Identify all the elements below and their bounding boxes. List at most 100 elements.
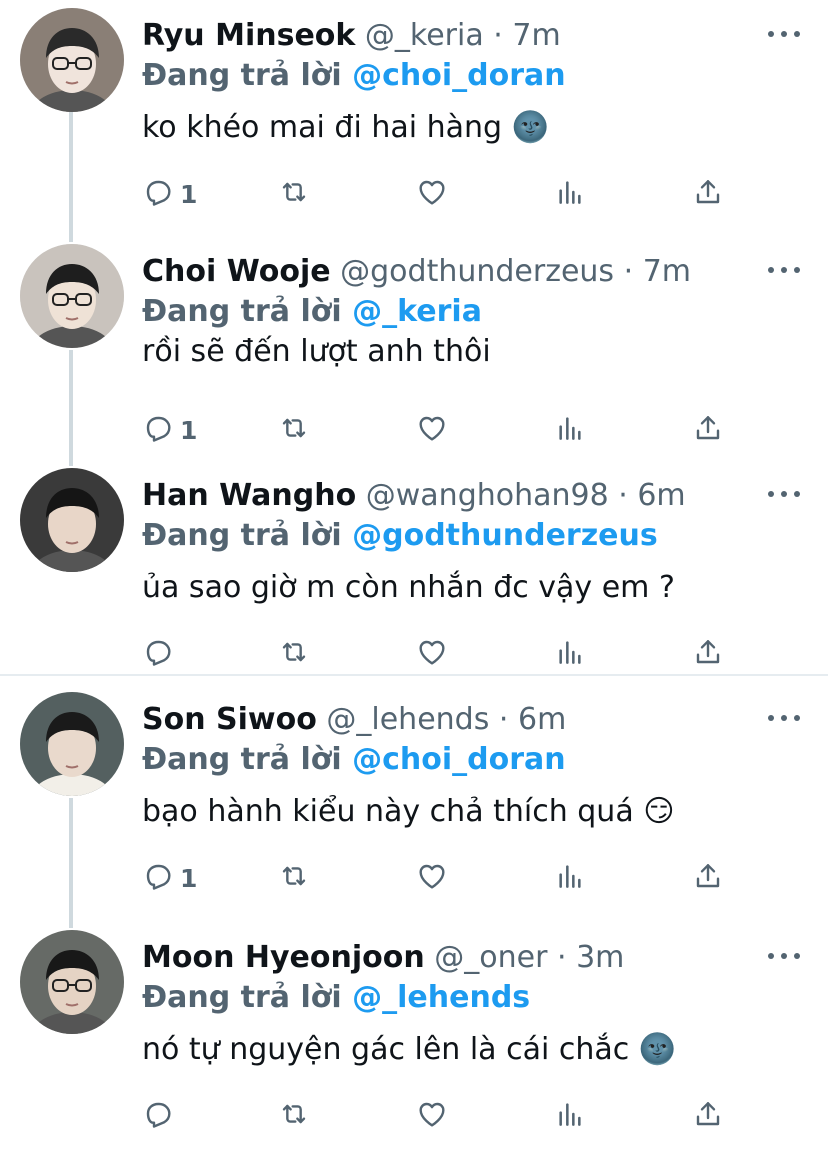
reply-icon	[142, 412, 174, 448]
tweet-actions: 1	[142, 174, 742, 214]
reply-icon	[142, 1098, 174, 1134]
analytics-button[interactable]	[554, 1096, 586, 1136]
separator: ·	[618, 478, 628, 513]
share-icon	[692, 636, 724, 672]
analytics-button[interactable]	[554, 858, 586, 898]
tweet-actions: 1	[142, 410, 742, 450]
share-button[interactable]	[692, 410, 724, 450]
heart-icon	[416, 1098, 448, 1134]
tweet-actions	[142, 634, 742, 674]
user-handle[interactable]: @_lehends	[326, 702, 489, 737]
retweet-button[interactable]	[278, 410, 310, 450]
more-options-icon[interactable]	[768, 258, 800, 278]
like-button[interactable]	[416, 858, 448, 898]
avatar[interactable]	[20, 930, 124, 1034]
timestamp[interactable]: 7m	[643, 254, 691, 289]
display-name[interactable]: Han Wangho	[142, 478, 356, 513]
timestamp[interactable]: 3m	[576, 940, 624, 975]
reply-count: 1	[180, 415, 198, 445]
like-button[interactable]	[416, 1096, 448, 1136]
replying-to-user-link[interactable]: @_lehends	[352, 980, 530, 1015]
reply-button[interactable]	[142, 634, 180, 674]
retweet-icon	[278, 176, 310, 212]
share-button[interactable]	[692, 1096, 724, 1136]
share-icon	[692, 412, 724, 448]
tweet-reply[interactable]: Choi Wooje @godthunderzeus · 7m Đang trả…	[0, 244, 828, 474]
reply-button[interactable]	[142, 1096, 180, 1136]
share-icon	[692, 176, 724, 212]
like-button[interactable]	[416, 174, 448, 214]
avatar[interactable]	[20, 692, 124, 796]
retweet-button[interactable]	[278, 858, 310, 898]
replying-to-user-link[interactable]: @choi_doran	[352, 742, 566, 777]
share-button[interactable]	[692, 858, 724, 898]
reply-button[interactable]: 1	[142, 410, 197, 450]
like-button[interactable]	[416, 410, 448, 450]
tweet-reply[interactable]: Son Siwoo @_lehends · 6m Đang trả lời @c…	[0, 692, 828, 922]
retweet-button[interactable]	[278, 174, 310, 214]
replying-to-user-link[interactable]: @choi_doran	[352, 58, 566, 93]
tweet-header: Ryu Minseok @_keria · 7m	[142, 16, 758, 56]
timestamp[interactable]: 6m	[637, 478, 685, 513]
analytics-button[interactable]	[554, 634, 586, 674]
replying-to-user-link[interactable]: @godthunderzeus	[352, 518, 658, 553]
more-options-icon[interactable]	[768, 944, 800, 964]
avatar[interactable]	[20, 244, 124, 348]
reply-count: 1	[180, 179, 198, 209]
tweet-reply[interactable]: Moon Hyeonjoon @_oner · 3m Đang trả lời …	[0, 930, 828, 1152]
avatar[interactable]	[20, 8, 124, 112]
replying-to-label: Đang trả lời	[142, 58, 342, 93]
tweet-text: bạo hành kiểu này chả thích quá 😏	[142, 794, 675, 829]
share-button[interactable]	[692, 174, 724, 214]
user-handle[interactable]: @_oner	[434, 940, 547, 975]
replying-to: Đang trả lời @_keria	[142, 292, 482, 332]
display-name[interactable]: Son Siwoo	[142, 702, 317, 737]
like-button[interactable]	[416, 634, 448, 674]
share-icon	[692, 1098, 724, 1134]
more-options-icon[interactable]	[768, 22, 800, 42]
retweet-button[interactable]	[278, 1096, 310, 1136]
analytics-icon	[554, 176, 586, 212]
analytics-button[interactable]	[554, 174, 586, 214]
more-options-icon[interactable]	[768, 706, 800, 726]
tweet-text: nó tự nguyện gác lên là cái chắc 🌚	[142, 1032, 677, 1067]
retweet-button[interactable]	[278, 634, 310, 674]
reply-button[interactable]: 1	[142, 858, 197, 898]
tweet-reply[interactable]: Ryu Minseok @_keria · 7m Đang trả lời @c…	[0, 8, 828, 238]
analytics-button[interactable]	[554, 410, 586, 450]
retweet-icon	[278, 1098, 310, 1134]
more-options-icon[interactable]	[768, 482, 800, 502]
replying-to-label: Đang trả lời	[142, 518, 342, 553]
reply-button[interactable]: 1	[142, 174, 197, 214]
analytics-icon	[554, 860, 586, 896]
heart-icon	[416, 860, 448, 896]
replying-to: Đang trả lời @choi_doran	[142, 56, 566, 96]
user-handle[interactable]: @godthunderzeus	[340, 254, 614, 289]
replying-to: Đang trả lời @choi_doran	[142, 740, 566, 780]
tweet-reply[interactable]: Han Wangho @wanghohan98 · 6m Đang trả lờ…	[0, 468, 828, 698]
reply-icon	[142, 176, 174, 212]
display-name[interactable]: Choi Wooje	[142, 254, 331, 289]
retweet-icon	[278, 636, 310, 672]
replying-to: Đang trả lời @godthunderzeus	[142, 516, 658, 556]
avatar[interactable]	[20, 468, 124, 572]
tweet-actions: 1	[142, 858, 742, 898]
replying-to-user-link[interactable]: @_keria	[352, 294, 482, 329]
tweet-header: Han Wangho @wanghohan98 · 6m	[142, 476, 758, 516]
display-name[interactable]: Moon Hyeonjoon	[142, 940, 425, 975]
user-handle[interactable]: @wanghohan98	[366, 478, 609, 513]
tweet-header: Choi Wooje @godthunderzeus · 7m	[142, 252, 758, 292]
retweet-icon	[278, 860, 310, 896]
tweet-text: ủa sao giờ m còn nhắn đc vậy em ?	[142, 570, 675, 605]
user-handle[interactable]: @_keria	[365, 18, 484, 53]
share-icon	[692, 860, 724, 896]
retweet-icon	[278, 412, 310, 448]
separator: ·	[623, 254, 634, 289]
reply-count: 1	[180, 863, 198, 893]
share-button[interactable]	[692, 634, 724, 674]
separator: ·	[556, 940, 567, 975]
tweet-text: rồi sẽ đến lượt anh thôi	[142, 334, 491, 369]
display-name[interactable]: Ryu Minseok	[142, 18, 355, 53]
timestamp[interactable]: 7m	[512, 18, 560, 53]
timestamp[interactable]: 6m	[518, 702, 566, 737]
